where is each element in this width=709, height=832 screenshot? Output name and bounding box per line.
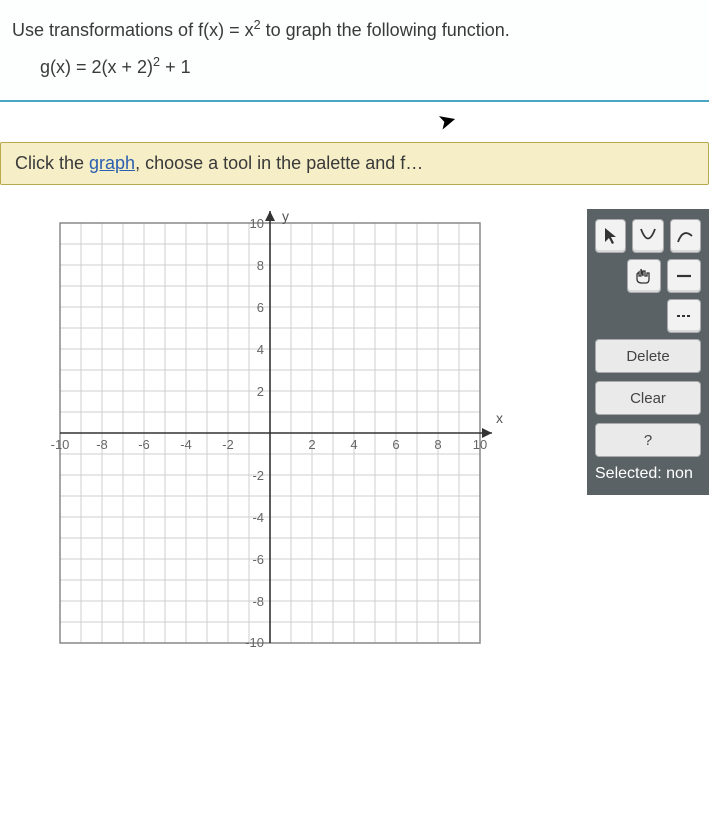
q1-pre: Use transformations of f(x) = x [12,20,254,40]
q1-post: to graph the following function. [261,20,510,40]
delete-button[interactable]: Delete [595,339,701,373]
xtick: -8 [96,437,108,452]
question-line-1: Use transformations of f(x) = x2 to grap… [12,18,697,41]
content-area: y x -10 -8 -6 -4 -2 2 4 6 8 10 [0,185,709,663]
xtick: 6 [392,437,399,452]
xtick: 4 [350,437,357,452]
curve-tool[interactable] [670,219,701,253]
graph-area[interactable]: y x -10 -8 -6 -4 -2 2 4 6 8 10 [0,203,530,663]
xtick: 8 [434,437,441,452]
y-axis-label: y [282,208,289,224]
question-line-2: g(x) = 2(x + 2)2 + 1 [40,55,697,78]
ytick: -10 [245,635,264,650]
clear-button[interactable]: Clear [595,381,701,415]
ytick: 2 [257,384,264,399]
coordinate-plane[interactable]: y x -10 -8 -6 -4 -2 2 4 6 8 10 [40,203,530,663]
ytick: 4 [257,342,264,357]
xtick: -10 [51,437,70,452]
xtick: -2 [222,437,234,452]
q2-post: + 1 [160,57,191,77]
drag-tool[interactable] [627,259,661,293]
ytick: -6 [252,552,264,567]
parabola-tool[interactable] [632,219,663,253]
dashed-tool[interactable] [667,299,701,333]
workspace: ➤ Click the graph, choose a tool in the … [0,100,709,832]
pointer-tool[interactable] [595,219,626,253]
instr-prefix: Click the [15,153,89,173]
q2-pre: g(x) = 2(x + 2) [40,57,153,77]
xtick: 2 [308,437,315,452]
selected-label: Selected: [595,465,666,482]
segment-tool[interactable] [667,259,701,293]
ytick: 10 [250,216,264,231]
instr-suffix: , choose a tool in the palette and f… [135,153,423,173]
tool-palette: Delete Clear ? Selected: non [587,209,709,495]
ytick: -4 [252,510,264,525]
x-axis-label: x [496,410,503,426]
cursor-icon: ➤ [435,106,460,136]
ytick: 6 [257,300,264,315]
help-button[interactable]: ? [595,423,701,457]
q2-sup: 2 [153,55,160,69]
xtick: -6 [138,437,150,452]
graph-link[interactable]: graph [89,153,135,173]
q1-sup: 2 [254,18,261,32]
instruction-bar: Click the graph, choose a tool in the pa… [0,142,709,185]
ytick: 8 [257,258,264,273]
ytick: -2 [252,468,264,483]
xtick: -4 [180,437,192,452]
selected-value: non [666,465,693,482]
question-header: Use transformations of f(x) = x2 to grap… [0,0,709,100]
xtick: 10 [473,437,487,452]
selected-status: Selected: non [595,465,701,483]
ytick: -8 [252,594,264,609]
